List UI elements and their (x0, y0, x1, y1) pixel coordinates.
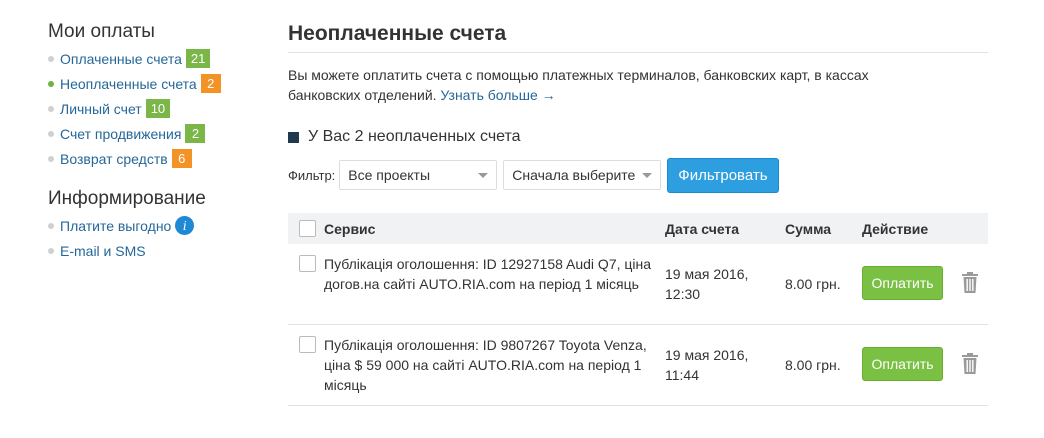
sidebar-item-label[interactable]: Счет продвижения (60, 126, 181, 142)
count-badge: 2 (200, 74, 221, 93)
service-cell: Публікація оголошення: ID 9807267 Toyota… (324, 337, 647, 393)
sidebar-item-refund[interactable]: Возврат средств 6 (48, 146, 268, 171)
sidebar-item-email-sms[interactable]: E-mail и SMS (48, 238, 268, 263)
row-checkbox[interactable] (299, 336, 316, 353)
bullet-icon (48, 130, 54, 137)
count-badge: 10 (145, 99, 171, 118)
date-cell: 19 мая 2016, 12:30 (665, 244, 785, 304)
count-badge: 2 (185, 124, 206, 143)
sidebar-item-unpaid[interactable]: Неоплаченные счета 2 (48, 71, 268, 96)
sidebar-item-label[interactable]: Платите выгодно (60, 218, 171, 234)
secondary-select[interactable]: Сначала выберите (503, 160, 662, 190)
sidebar-item-label[interactable]: Оплаченные счета (60, 51, 182, 67)
square-bullet-icon (288, 131, 299, 143)
payments-menu: Оплаченные счета 21 Неоплаченные счета 2… (48, 46, 268, 171)
filter-label: Фильтр: (288, 167, 336, 183)
page-title: Неоплаченные счета (288, 18, 988, 53)
table-row: Публікація оголошення: ID 12927158 Audi … (288, 244, 988, 325)
bullet-icon (48, 105, 54, 112)
payments-section-title: Мои оплаты (48, 21, 155, 42)
chevron-down-icon (642, 173, 653, 178)
trash-icon[interactable] (961, 272, 979, 294)
time-text: 11:44 (665, 367, 699, 383)
header-date: Дата счета (665, 220, 740, 237)
filter-button[interactable]: Фильтровать (667, 157, 779, 193)
service-cell: Публікація оголошення: ID 12927158 Audi … (324, 256, 652, 292)
pay-button[interactable]: Оплатить (862, 266, 943, 300)
chevron-down-icon (478, 173, 489, 178)
header-service: Сервис (324, 220, 376, 237)
main-content: Неоплаченные счета Вы можете оплатить сч… (288, 18, 988, 406)
filter-bar: Фильтр: Все проекты Сначала выберите Фил… (288, 157, 988, 193)
sidebar-item-pay-profitably[interactable]: Платите выгодно i (48, 213, 268, 238)
row-checkbox-cell (288, 244, 324, 272)
table-header: Сервис Дата счета Сумма Действие (288, 213, 988, 244)
date-text: 19 мая 2016, (665, 347, 749, 363)
table-row: Публікація оголошення: ID 9807267 Toyota… (288, 325, 988, 406)
info-icon[interactable]: i (175, 216, 195, 235)
invoices-table: Сервис Дата счета Сумма Действие Публіка… (288, 213, 988, 406)
bullet-icon (48, 222, 54, 229)
projects-select-value: Все проекты (348, 167, 431, 183)
bullet-icon (48, 55, 54, 62)
sidebar-item-label[interactable]: E-mail и SMS (60, 243, 146, 259)
page-description: Вы можете оплатить счета с помощью плате… (288, 65, 928, 105)
sidebar-item-paid[interactable]: Оплаченные счета 21 (48, 46, 268, 71)
count-badge: 21 (185, 49, 211, 68)
sidebar-item-label[interactable]: Возврат средств (60, 151, 168, 167)
learn-more-link[interactable]: Узнать больше → (440, 87, 555, 103)
date-text: 19 мая 2016, (665, 266, 749, 282)
sidebar-item-promotion-account[interactable]: Счет продвижения 2 (48, 121, 268, 146)
action-cell: Оплатить (862, 244, 988, 300)
time-text: 12:30 (665, 286, 701, 302)
description-text: Вы можете оплатить счета с помощью плате… (288, 67, 869, 103)
unpaid-count-text: У Вас 2 неоплаченных счета (308, 128, 521, 145)
select-all-checkbox[interactable] (299, 220, 316, 237)
header-action: Действие (862, 220, 929, 237)
pay-button[interactable]: Оплатить (862, 347, 943, 381)
sum-cell: 8.00 грн. (785, 276, 841, 292)
secondary-select-value: Сначала выберите (512, 167, 636, 183)
bullet-icon (48, 247, 54, 254)
sidebar-item-label[interactable]: Неоплаченные счета (60, 76, 197, 92)
action-cell: Оплатить (862, 325, 988, 381)
header-sum: Сумма (785, 220, 832, 237)
trash-icon[interactable] (961, 353, 979, 375)
info-section-title: Информирование (48, 188, 206, 209)
projects-select[interactable]: Все проекты (339, 160, 498, 190)
sidebar-item-personal-account[interactable]: Личный счет 10 (48, 96, 268, 121)
count-badge: 6 (171, 149, 192, 168)
sidebar: Мои оплаты Оплаченные счета 21 Неоплачен… (48, 20, 268, 263)
active-bullet-icon (48, 80, 54, 87)
bullet-icon (48, 155, 54, 162)
row-checkbox[interactable] (299, 255, 316, 272)
unpaid-count-heading: У Вас 2 неоплаченных счета (288, 127, 988, 147)
sum-cell: 8.00 грн. (785, 357, 841, 373)
header-checkbox-cell (288, 220, 324, 237)
row-checkbox-cell (288, 325, 324, 353)
info-menu: Платите выгодно i E-mail и SMS (48, 213, 268, 263)
date-cell: 19 мая 2016, 11:44 (665, 325, 785, 385)
sidebar-item-label[interactable]: Личный счет (60, 101, 142, 117)
